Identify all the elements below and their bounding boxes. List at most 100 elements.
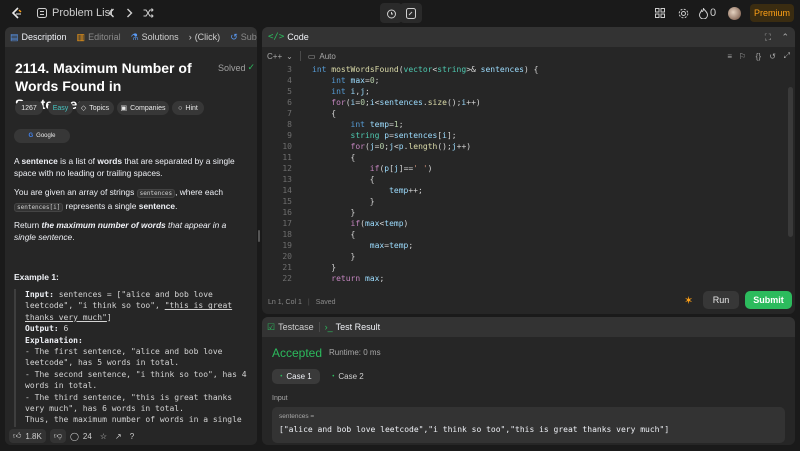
output-label: Output: bbox=[25, 324, 59, 334]
chevron-right-icon[interactable] bbox=[124, 4, 134, 22]
comment-icon: ◯ bbox=[69, 431, 79, 441]
code-icon: </> bbox=[268, 32, 285, 42]
share-icon: ↗ bbox=[115, 431, 122, 441]
code-line: { bbox=[312, 109, 337, 118]
braces-icon[interactable]: {} bbox=[756, 52, 761, 61]
description-panel: ▤ Description ▥ Editorial ⚗ Solutions › … bbox=[5, 27, 257, 445]
comment-count: 24 bbox=[82, 431, 92, 441]
description-paragraph-2: You are given an array of strings senten… bbox=[14, 186, 244, 214]
shuffle-icon[interactable] bbox=[142, 4, 154, 22]
tab-description-label: Description bbox=[21, 32, 67, 42]
flask-icon: ⚗ bbox=[130, 31, 139, 42]
case-2-button[interactable]: • Case 2 bbox=[328, 369, 368, 384]
line-number: 19 bbox=[282, 241, 292, 250]
line-number: 14 bbox=[282, 186, 292, 195]
code-line: for(i=0;i<sentences.size();i++) bbox=[331, 98, 481, 107]
status-dot: • bbox=[332, 373, 335, 380]
tab-solutions-label: Solutions bbox=[141, 32, 179, 42]
code-line: string p=sentences[i]; bbox=[350, 131, 457, 140]
bookmark-icon[interactable]: ⚐ bbox=[739, 52, 746, 61]
note-icon[interactable] bbox=[400, 3, 422, 23]
cursor-position: Ln 1, Col 1 bbox=[268, 298, 302, 306]
problem-list-icon[interactable] bbox=[37, 4, 47, 22]
text: 6 bbox=[58, 324, 69, 334]
book-icon: ▥ bbox=[76, 31, 86, 42]
chevron-up-icon[interactable]: ⌃ bbox=[781, 32, 789, 43]
format-icon[interactable]: ≡ bbox=[727, 52, 732, 61]
tab-test-result[interactable]: ›_ Test Result bbox=[320, 317, 386, 337]
topics-button[interactable]: ◇ Topics bbox=[76, 101, 114, 115]
tab-solutions[interactable]: ⚗ Solutions bbox=[126, 27, 184, 47]
line-number: 11 bbox=[282, 153, 292, 162]
leetcode-logo[interactable] bbox=[10, 4, 24, 22]
code-line: if(max<temp) bbox=[350, 219, 409, 228]
companies-button[interactable]: ▣ Companies bbox=[117, 101, 169, 115]
reset-icon[interactable]: ↺ bbox=[769, 52, 776, 61]
gear-icon[interactable] bbox=[677, 4, 689, 22]
editor-scrollbar[interactable] bbox=[788, 87, 793, 237]
solved-status: Solved ✓ bbox=[218, 62, 255, 73]
sparkle-icon[interactable]: ✶ bbox=[684, 294, 693, 307]
comments-button[interactable]: ◯ 24 bbox=[66, 429, 96, 443]
code-line: return max; bbox=[331, 274, 385, 283]
autosave-toggle[interactable]: ▭ Auto bbox=[308, 52, 336, 61]
code-line: } bbox=[312, 197, 375, 206]
text: ] bbox=[106, 312, 112, 322]
tab-submissions-click[interactable]: › (Click) bbox=[184, 27, 226, 47]
status-dot: • bbox=[280, 373, 283, 380]
example-output: Output: 6 bbox=[25, 323, 250, 334]
language-label: C++ bbox=[267, 51, 283, 61]
tab-description[interactable]: ▤ Description bbox=[5, 27, 72, 47]
line-number: 12 bbox=[282, 164, 292, 173]
dislike-button[interactable]: 👎︎ bbox=[49, 429, 66, 443]
hint-label: Hint bbox=[185, 104, 198, 112]
star-icon: ☆ bbox=[99, 431, 107, 441]
streak-count: 0 bbox=[710, 7, 717, 19]
line-number: 16 bbox=[282, 208, 292, 217]
avatar[interactable] bbox=[727, 4, 741, 22]
text: Return bbox=[14, 220, 42, 230]
input-box: sentences = ["alice and bob love leetcod… bbox=[272, 407, 785, 443]
text: . bbox=[175, 201, 178, 211]
layout-grid-icon[interactable] bbox=[654, 4, 666, 22]
inline-code: sentences[i] bbox=[14, 203, 64, 212]
run-button[interactable]: Run bbox=[703, 291, 739, 309]
case-1-label: Case 1 bbox=[286, 372, 312, 381]
premium-button[interactable]: Premium bbox=[750, 4, 794, 22]
maximize-icon[interactable]: ⛶ bbox=[765, 32, 771, 43]
companies-label: Companies bbox=[130, 104, 166, 112]
problem-count-badge: 1267 bbox=[15, 101, 43, 115]
line-number: 3 bbox=[287, 65, 292, 74]
like-button[interactable]: 👍︎ 1.8K bbox=[9, 429, 46, 443]
share-button[interactable]: ↗ bbox=[111, 429, 126, 443]
test-panel-tabs: ☑ Testcase ›_ Test Result bbox=[262, 317, 795, 337]
help-button[interactable]: ? bbox=[126, 429, 138, 443]
tab-submissions[interactable]: ↺ Submi bbox=[225, 27, 257, 47]
fire-streak-icon[interactable] bbox=[698, 4, 708, 22]
company-tag-google[interactable]: G Google bbox=[14, 129, 70, 143]
hint-button[interactable]: ○ Hint bbox=[172, 101, 204, 115]
code-editor[interactable]: 3 4 5 6 7 8 9 10 11 12 13 14 15 16 17 18… bbox=[262, 65, 783, 289]
favorite-button[interactable]: ☆ bbox=[96, 429, 111, 443]
terminal-icon: ›_ bbox=[324, 322, 333, 332]
bold-italic-text: the maximum number of words bbox=[41, 220, 166, 230]
submit-button[interactable]: Submit bbox=[745, 291, 792, 309]
example-block: Input: sentences = ["alice and bob love … bbox=[14, 289, 250, 427]
tab-editorial[interactable]: ▥ Editorial bbox=[72, 27, 126, 47]
language-select[interactable]: C++ ⌄ bbox=[267, 52, 293, 61]
example-explanation-label: Explanation: bbox=[25, 335, 250, 346]
vertical-resize-handle[interactable] bbox=[258, 230, 260, 242]
code-line: max=temp; bbox=[369, 241, 414, 250]
line-number: 7 bbox=[287, 109, 292, 118]
chevron-left-icon[interactable] bbox=[106, 4, 116, 22]
tab-testcase[interactable]: ☑ Testcase bbox=[262, 317, 319, 337]
explanation-line: leetcode", has 5 words in total. bbox=[25, 358, 180, 368]
text: sentences = ["alice and bob love bbox=[53, 290, 213, 299]
fullscreen-icon[interactable]: ⤢ bbox=[784, 51, 790, 61]
code-line: } bbox=[312, 252, 356, 261]
case-1-button[interactable]: • Case 1 bbox=[272, 369, 320, 384]
test-result-panel: ☑ Testcase ›_ Test Result Accepted Runti… bbox=[262, 317, 795, 445]
alarm-clock-icon[interactable] bbox=[380, 3, 402, 23]
company-tag-label: Google bbox=[36, 133, 56, 139]
problem-list-link[interactable]: Problem List bbox=[52, 4, 113, 22]
